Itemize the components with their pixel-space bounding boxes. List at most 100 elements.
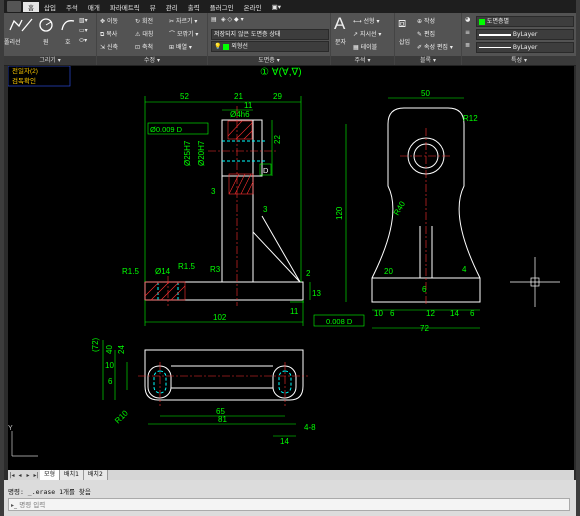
- dim-6-b: 6: [390, 309, 395, 318]
- dim-r12: R12: [463, 114, 478, 123]
- dim-10: 10: [374, 309, 383, 318]
- layer-properties-icon[interactable]: ▤: [211, 16, 217, 23]
- application-menu-button[interactable]: [7, 1, 21, 12]
- dim-r1-5-b: R1.5: [178, 262, 195, 271]
- rectangle-icon[interactable]: ▭▾: [79, 27, 88, 34]
- polyline-label: 폴리선: [4, 39, 21, 46]
- menu-parametric[interactable]: 파라메트릭: [105, 2, 145, 12]
- menu-layout[interactable]: 매개: [83, 2, 105, 12]
- create-label: 작성: [423, 18, 435, 25]
- leader-button[interactable]: ↗ 지시선 ▾: [353, 29, 381, 38]
- table-button[interactable]: ▦ 테이블: [353, 42, 377, 51]
- menu-view[interactable]: 뷰: [145, 2, 161, 12]
- linetype-dropdown[interactable]: ByLayer: [476, 29, 574, 40]
- menu-insert[interactable]: 삽입: [39, 2, 61, 12]
- draw-panel-title[interactable]: 그리기 ▾: [4, 56, 96, 65]
- copy-button[interactable]: ⧉ 복사: [100, 29, 117, 39]
- ucs-icon: Y: [8, 425, 38, 457]
- layers-panel-title[interactable]: 도면층 ▾: [208, 56, 330, 65]
- tab-model[interactable]: 모형: [40, 470, 61, 480]
- insert-label: 삽입: [399, 39, 411, 46]
- move-button[interactable]: ✥ 이동: [100, 16, 118, 25]
- linear-dim-button[interactable]: ⟷ 선형 ▾: [353, 16, 380, 25]
- menu-output[interactable]: 출력: [183, 2, 205, 12]
- dim-4: 4: [462, 265, 467, 274]
- fillet-button[interactable]: ⌒ 모깎기 ▾: [169, 29, 198, 38]
- stretch-button[interactable]: ⇲ 신축: [100, 42, 118, 51]
- linetype-icon: ≡: [465, 29, 471, 36]
- insert-block-icon[interactable]: ⧈: [398, 16, 406, 31]
- drawing-canvas[interactable]: 전일자(2) 검독확인 ① ∀(∀,∇) 52 21 29 11 Ø4h6 22…: [8, 66, 574, 470]
- scale-button[interactable]: ⊡ 축척: [135, 42, 153, 51]
- line-icon[interactable]: [21, 17, 33, 33]
- layer-state-dropdown[interactable]: 저장되지 않은 도면층 상태: [211, 29, 329, 40]
- text-icon[interactable]: A: [334, 14, 345, 34]
- array-label: 배열 ▾: [175, 44, 192, 51]
- hatch-area-3: [227, 120, 253, 140]
- layer-dropdown[interactable]: 💡 외형선: [211, 41, 329, 52]
- drawing-svg[interactable]: 전일자(2) 검독확인 ① ∀(∀,∇) 52 21 29 11 Ø4h6 22…: [8, 66, 574, 470]
- trim-label: 자르기 ▾: [175, 18, 198, 25]
- color-value: 도면층별: [486, 18, 510, 25]
- gdt-parallel-text: 0.008 D: [326, 317, 353, 326]
- modify-panel-title[interactable]: 수정 ▾: [97, 56, 207, 65]
- command-icon: ▸_: [11, 502, 18, 509]
- array-button[interactable]: ⊞ 배열 ▾: [169, 42, 192, 51]
- leader-icon: ↗: [353, 31, 359, 38]
- block-panel: ⧈ 삽입 ⊕ 작성 ✎ 편집 ✐ 속성 편집 ▾ 블록 ▾: [395, 13, 462, 65]
- dim-r40: R40: [392, 199, 407, 217]
- command-input[interactable]: ▸_ 명령 입력: [8, 498, 570, 511]
- front-dimension-text: 52 21 29 11 Ø4h6 22 Ø25H7 Ø20H7 3 3 R1.5…: [122, 92, 353, 326]
- copy-icon: ⧉: [100, 31, 105, 38]
- arc-icon[interactable]: [60, 17, 76, 33]
- properties-panel-title[interactable]: 특성 ▾: [462, 56, 576, 65]
- copy-label: 복사: [106, 31, 118, 38]
- block-panel-title[interactable]: 블록 ▾: [395, 56, 461, 65]
- color-swatch: [479, 18, 485, 25]
- edit-block-button[interactable]: ✎ 편집: [417, 29, 435, 38]
- rotate-button[interactable]: ↻ 회전: [135, 16, 153, 25]
- create-block-button[interactable]: ⊕ 작성: [417, 16, 435, 25]
- trim-button[interactable]: ✂ 자르기 ▾: [169, 16, 197, 25]
- dim-14: 14: [450, 309, 459, 318]
- attribute-edit-button[interactable]: ✐ 속성 편집 ▾: [417, 42, 453, 51]
- move-icon: ✥: [100, 18, 106, 25]
- tab-layout2[interactable]: 배치2: [83, 470, 108, 480]
- annotation-panel-title[interactable]: 주석 ▾: [331, 56, 394, 65]
- dim-6: 6: [108, 377, 113, 386]
- tab-nav-prev-icon[interactable]: ◂: [16, 472, 24, 479]
- dim-3-b: 3: [263, 205, 268, 214]
- menu-annotate[interactable]: 주석: [61, 2, 83, 12]
- dim-21: 21: [234, 92, 243, 101]
- menu-home[interactable]: 홈: [23, 1, 39, 12]
- tab-layout1[interactable]: 배치1: [60, 470, 84, 480]
- mirror-label: 대칭: [142, 31, 154, 38]
- dim-50: 50: [421, 89, 430, 98]
- dim-120: 120: [335, 206, 344, 220]
- tab-nav-last-icon[interactable]: ▸|: [32, 472, 40, 479]
- color-dropdown[interactable]: 도면층별: [476, 16, 574, 27]
- layer-tools-icons[interactable]: ◈ ◇ ◆ ▾: [221, 16, 244, 23]
- hatch-icon[interactable]: ▧▾: [79, 17, 88, 24]
- lineweight-preview: [479, 47, 511, 48]
- menu-plugins[interactable]: 플러그인: [205, 2, 239, 12]
- menu-online[interactable]: 온라인: [239, 2, 267, 12]
- table-label: 테이블: [360, 44, 378, 51]
- tab-nav-next-icon[interactable]: ▸: [24, 472, 32, 479]
- table-icon: ▦: [353, 44, 359, 51]
- ribbon: 폴리선 원 호 ▧▾ ▭▾ ⬭▾ 그리기 ▾ ✥ 이동 ↻ 회전 ✂ 자르기 ▾…: [4, 13, 576, 66]
- surface-symbol-top: ① ∀(∀,∇): [260, 67, 302, 78]
- tab-nav-first-icon[interactable]: |◂: [8, 472, 16, 479]
- note-1: 전일자(2): [12, 66, 38, 75]
- circle-icon[interactable]: [38, 17, 54, 33]
- mirror-button[interactable]: ⚠ 대칭: [135, 29, 153, 38]
- top-dimension-text: (72) 40 24 10 6 65 81 R10 4-8 14: [91, 337, 316, 446]
- ribbon-toggle-icon[interactable]: ▣▾: [267, 3, 286, 11]
- menu-manage[interactable]: 관리: [161, 2, 183, 12]
- ellipse-icon[interactable]: ⬭▾: [79, 37, 87, 45]
- note-2: 검독확인: [12, 76, 36, 85]
- datum-label: D: [263, 166, 269, 175]
- match-properties-icon[interactable]: ◕: [465, 16, 470, 23]
- lineweight-dropdown[interactable]: ByLayer: [476, 42, 574, 53]
- top-view: [144, 349, 304, 401]
